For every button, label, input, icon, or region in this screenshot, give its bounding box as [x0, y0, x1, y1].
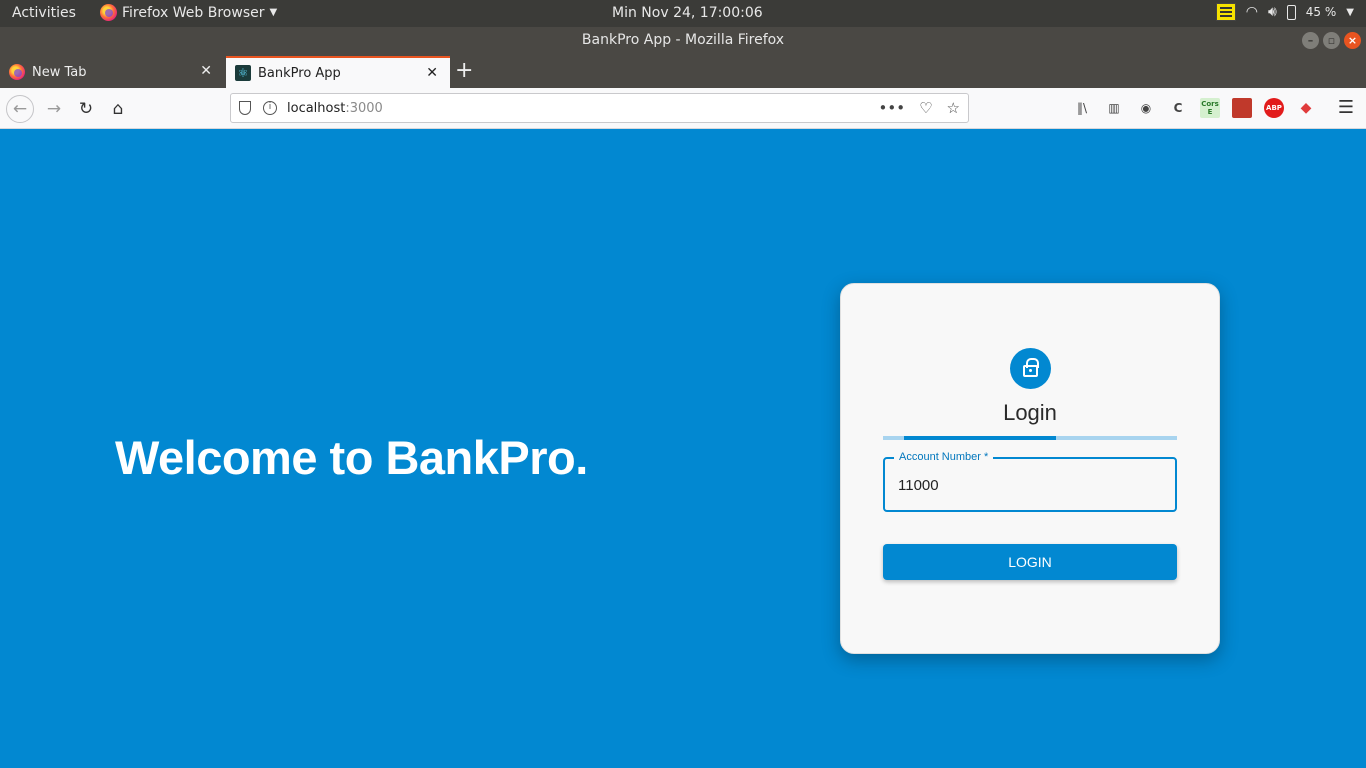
chevron-down-icon: ▼ — [269, 7, 278, 18]
lock-icon — [1010, 348, 1051, 389]
eraser-icon[interactable]: ◆ — [1296, 98, 1316, 118]
navigation-bar: ← → ↻ ⌂ i localhost:3000 ••• ♡ ☆ ‖\ ▥ ◉ … — [0, 88, 1366, 129]
adblock-plus-icon[interactable]: ABP — [1264, 98, 1284, 118]
account-number-label: Account Number * — [894, 451, 994, 463]
close-tab-icon[interactable]: ✕ — [426, 65, 438, 81]
new-tab-icon[interactable]: + — [455, 58, 473, 83]
activities-button[interactable]: Activities — [12, 5, 76, 21]
account-number-field[interactable]: Account Number * 11000 — [883, 451, 1177, 512]
notes-icon[interactable] — [1215, 3, 1236, 21]
login-card: Login Account Number * 11000 LOGIN — [840, 283, 1220, 654]
wifi-icon: ◠ — [1245, 4, 1258, 20]
welcome-heading: Welcome to BankPro. — [115, 431, 588, 484]
tab-label: BankPro App — [258, 65, 341, 81]
extension-c-icon[interactable]: C — [1168, 98, 1188, 118]
system-tray[interactable]: ◠ 🔊︎ 45 % ▼ — [1215, 3, 1354, 21]
back-icon[interactable]: ← — [6, 95, 34, 123]
tab-bankpro-app[interactable]: ⚛ BankPro App ✕ — [226, 56, 450, 88]
window-title-bar: BankPro App - Mozilla Firefox – ▫ × — [0, 27, 1366, 55]
account-number-input[interactable]: 11000 — [898, 477, 939, 494]
cors-extension-icon[interactable]: Cors E — [1200, 98, 1220, 118]
progress-bar — [883, 436, 1177, 440]
tab-strip: New Tab ✕ ⚛ BankPro App ✕ + — [0, 55, 1366, 88]
pocket-icon[interactable]: ♡ — [919, 99, 932, 117]
tab-label: New Tab — [32, 64, 87, 80]
more-actions-icon[interactable]: ••• — [879, 99, 906, 117]
shield-icon[interactable] — [239, 101, 251, 115]
info-icon[interactable]: i — [263, 101, 277, 115]
tab-new-tab[interactable]: New Tab ✕ — [0, 56, 224, 88]
account-icon[interactable]: ◉ — [1136, 98, 1156, 118]
firefox-icon — [100, 4, 117, 21]
react-icon: ⚛ — [235, 65, 251, 81]
toolbar-extensions: ‖\ ▥ ◉ C Cors E ABP ◆ — [1072, 98, 1316, 118]
hamburger-menu-icon[interactable]: ☰ — [1338, 97, 1354, 118]
url-actions: ••• ♡ ☆ — [879, 99, 960, 117]
battery-percent: 45 % — [1305, 5, 1337, 19]
library-icon[interactable]: ‖\ — [1072, 98, 1092, 118]
minimize-icon[interactable]: – — [1302, 32, 1319, 49]
close-icon[interactable]: × — [1344, 32, 1361, 49]
battery-icon — [1286, 4, 1296, 20]
login-title: Login — [1003, 400, 1057, 425]
progress-fill — [903, 436, 1057, 440]
image-extension-icon[interactable] — [1232, 98, 1252, 118]
sidebar-icon[interactable]: ▥ — [1104, 98, 1124, 118]
chevron-down-icon: ▼ — [1346, 6, 1354, 18]
clock[interactable]: Min Nov 24, 17:00:06 — [612, 5, 763, 21]
login-button[interactable]: LOGIN — [883, 544, 1177, 580]
home-icon[interactable]: ⌂ — [104, 95, 132, 123]
window-controls: – ▫ × — [1302, 32, 1361, 49]
window-title: BankPro App - Mozilla Firefox — [581, 32, 785, 48]
close-tab-icon[interactable]: ✕ — [200, 63, 212, 79]
bookmark-star-icon[interactable]: ☆ — [947, 99, 960, 117]
system-top-bar: Activities Firefox Web Browser ▼ Min Nov… — [0, 0, 1366, 27]
url-text[interactable]: localhost:3000 — [287, 101, 383, 116]
reload-icon[interactable]: ↻ — [72, 95, 100, 123]
app-menu-label: Firefox Web Browser — [122, 4, 265, 21]
volume-icon: 🔊︎ — [1267, 4, 1277, 20]
url-bar[interactable]: i localhost:3000 ••• ♡ ☆ — [230, 93, 969, 123]
app-menu[interactable]: Firefox Web Browser ▼ — [100, 4, 277, 21]
maximize-icon[interactable]: ▫ — [1323, 32, 1340, 49]
forward-icon[interactable]: → — [40, 95, 68, 123]
firefox-icon — [9, 64, 25, 80]
